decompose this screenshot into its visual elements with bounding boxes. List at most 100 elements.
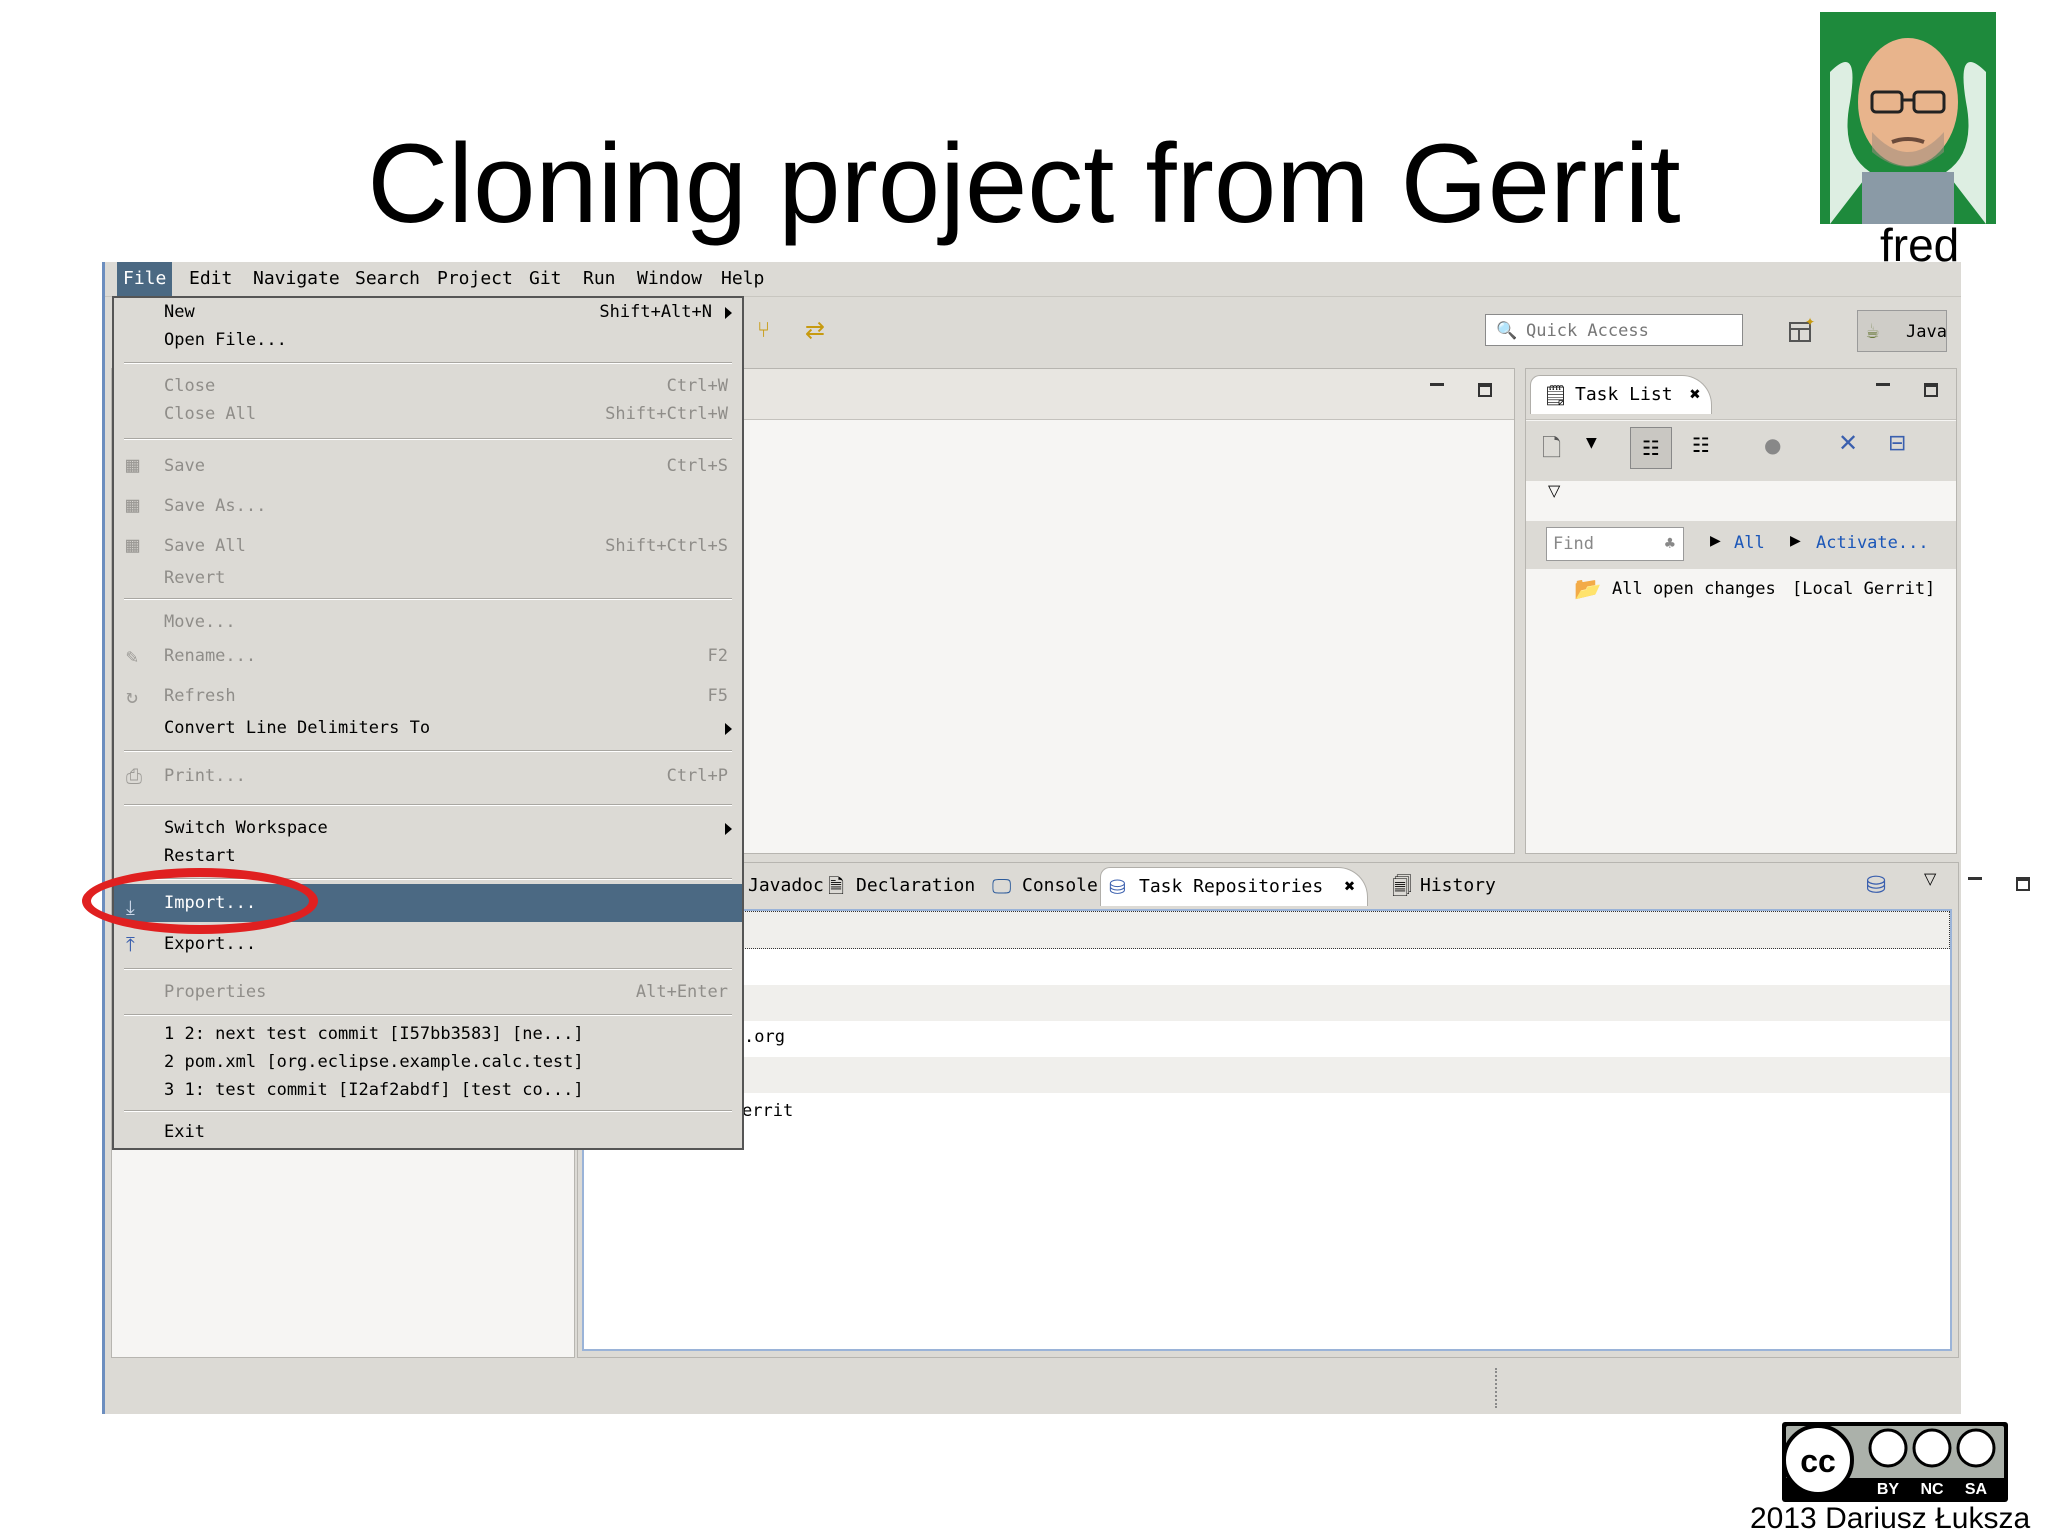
list-item[interactable]: errit: [584, 1093, 1950, 1129]
menu-item-recent-file[interactable]: 1 2: next test commit [I57bb3583] [ne...…: [114, 1020, 742, 1048]
clear-icon[interactable]: ♣: [1665, 528, 1675, 560]
file-menu: New Shift+Alt+N Open File... Close Ctrl+…: [112, 296, 744, 1150]
menu-item-switch-workspace[interactable]: Switch Workspace: [114, 814, 742, 842]
bottom-views-panel: Javadoc 🗎 Declaration 🖵 Console ⛁ Task R…: [577, 862, 2030, 1358]
menu-item-label: Exit: [164, 1122, 205, 1142]
chevron-down-icon[interactable]: ▼: [1586, 435, 1597, 451]
save-as-icon: ▦: [126, 493, 140, 518]
menu-item-accelerator: F2: [707, 646, 728, 666]
menu-item-label: Close: [164, 376, 216, 396]
collapse-icon[interactable]: ✕: [1838, 429, 1858, 457]
menu-item-label: Print...: [164, 766, 246, 786]
menu-item-new[interactable]: New Shift+Alt+N: [114, 298, 742, 326]
new-task-icon[interactable]: 🗋: [1542, 431, 1561, 472]
tab-task-list[interactable]: 🗒 Task List ✖: [1530, 375, 1712, 414]
menu-item-accelerator: Shift+Ctrl+S: [605, 536, 728, 556]
menu-window[interactable]: Window: [631, 262, 708, 296]
menu-item-label: Save: [164, 456, 205, 476]
presentation-icon[interactable]: ●: [1764, 433, 1781, 457]
menu-item-restart[interactable]: Restart: [114, 842, 742, 870]
menu-navigate[interactable]: Navigate: [247, 262, 346, 296]
tab-history[interactable]: 🗐 History: [1388, 867, 1496, 905]
menu-project[interactable]: Project: [431, 262, 519, 296]
submenu-arrow-icon: [725, 723, 732, 735]
scheduled-view-icon[interactable]: ☷: [1692, 433, 1710, 457]
tab-javadoc[interactable]: Javadoc: [748, 867, 824, 905]
activate-link[interactable]: Activate...: [1816, 533, 1929, 553]
menu-search[interactable]: Search: [349, 262, 426, 296]
menu-run[interactable]: Run: [577, 262, 622, 296]
tab-task-repositories-label: Task Repositories: [1139, 876, 1324, 897]
open-perspective-icon[interactable]: ✦: [1787, 315, 1817, 346]
save-icon: ▦: [126, 453, 140, 478]
menu-item-recent-file[interactable]: 2 pom.xml [org.eclipse.example.calc.test…: [114, 1048, 742, 1076]
menu-item-label: Properties: [164, 982, 267, 1002]
list-item[interactable]: [584, 1057, 1950, 1093]
console-icon: 🖵: [992, 874, 1012, 898]
menu-item-label: Close All: [164, 404, 257, 424]
menu-item-refresh: ↻ Refresh F5: [114, 678, 742, 714]
filter-all-link[interactable]: All: [1734, 533, 1765, 553]
list-item[interactable]: [584, 911, 1950, 949]
sync-icon[interactable]: ⇄: [805, 316, 825, 344]
close-icon[interactable]: ✖: [1344, 868, 1355, 906]
menu-item-label: 3 1: test commit [I2af2abdf] [test co...…: [164, 1080, 584, 1100]
menu-help[interactable]: Help: [715, 262, 770, 296]
menu-item-save-all: ▦ Save All Shift+Ctrl+S: [114, 528, 742, 564]
credit-line: 2013 Dariusz Łuksza: [1750, 1502, 2031, 1535]
menu-item-label: New: [164, 302, 195, 322]
close-icon[interactable]: ✖: [1690, 376, 1701, 414]
tab-console-label: Console: [1022, 875, 1098, 896]
menu-git[interactable]: Git: [523, 262, 568, 296]
menu-file[interactable]: File: [117, 262, 173, 296]
minimize-icon[interactable]: [1430, 383, 1448, 397]
git-fetch-icon[interactable]: ⑂: [757, 318, 770, 343]
list-item[interactable]: [584, 949, 1950, 985]
tab-declaration[interactable]: 🗎 Declaration: [824, 867, 975, 905]
repository-name-fragment: errit: [742, 1101, 794, 1121]
collapse-all-icon[interactable]: ⊟: [1888, 431, 1906, 456]
view-menu-icon[interactable]: ▽: [1924, 869, 1936, 888]
maximize-icon[interactable]: [1478, 383, 1496, 397]
license-by: BY: [1877, 1481, 1900, 1498]
add-repository-icon[interactable]: ⛁: [1866, 871, 1886, 899]
menu-item-save: ▦ Save Ctrl+S: [114, 448, 742, 484]
find-placeholder: Find: [1553, 534, 1594, 554]
menubar: File Edit Navigate Search Project Git Ru…: [105, 262, 1961, 297]
minimize-icon[interactable]: [1876, 383, 1894, 397]
menu-item-label: Switch Workspace: [164, 818, 328, 838]
categorized-view-icon[interactable]: ☷: [1630, 427, 1672, 469]
menu-item-label: Revert: [164, 568, 226, 588]
menu-separator: [124, 1014, 732, 1016]
query-repo: [Local Gerrit]: [1792, 579, 1936, 599]
maximize-icon[interactable]: [1924, 383, 1942, 397]
menu-item-print: ⎙ Print... Ctrl+P: [114, 758, 742, 794]
list-item[interactable]: .org: [584, 1021, 1950, 1057]
java-perspective-button[interactable]: ☕ Java: [1857, 310, 1947, 352]
slide-title: Cloning project from Gerrit: [367, 121, 1681, 246]
menu-separator: [124, 750, 732, 752]
menu-item-accelerator: Ctrl+W: [666, 376, 728, 396]
list-item[interactable]: [584, 985, 1950, 1021]
quick-access-input[interactable]: 🔍 Quick Access: [1485, 314, 1743, 346]
menu-item-exit[interactable]: Exit: [114, 1118, 742, 1146]
java-perspective-icon: ☕: [1866, 319, 1880, 344]
menu-item-accelerator: F5: [707, 686, 728, 706]
minimize-icon[interactable]: [1968, 877, 1986, 891]
submenu-arrow-icon: [725, 307, 732, 319]
menu-item-label: 1 2: next test commit [I57bb3583] [ne...…: [164, 1024, 584, 1044]
menu-edit[interactable]: Edit: [183, 262, 238, 296]
status-bar: [105, 1362, 1961, 1414]
java-perspective-label: Java: [1906, 322, 1947, 342]
query-row[interactable]: 📂 All open changes [Local Gerrit]: [1526, 575, 1956, 607]
refresh-icon: ↻: [126, 684, 139, 708]
maximize-icon[interactable]: [2016, 877, 2034, 891]
menu-item-open-file[interactable]: Open File...: [114, 326, 742, 354]
menu-item-convert-line-delimiters[interactable]: Convert Line Delimiters To: [114, 714, 742, 742]
tab-console[interactable]: 🖵 Console: [988, 867, 1098, 905]
menu-item-recent-file[interactable]: 3 1: test commit [I2af2abdf] [test co...…: [114, 1076, 742, 1104]
tab-task-repositories[interactable]: ⛁ Task Repositories ✖: [1100, 867, 1369, 906]
find-input[interactable]: Find ♣: [1546, 527, 1684, 561]
quick-access-placeholder: Quick Access: [1526, 321, 1649, 341]
view-menu-icon[interactable]: ▽: [1548, 481, 1560, 500]
